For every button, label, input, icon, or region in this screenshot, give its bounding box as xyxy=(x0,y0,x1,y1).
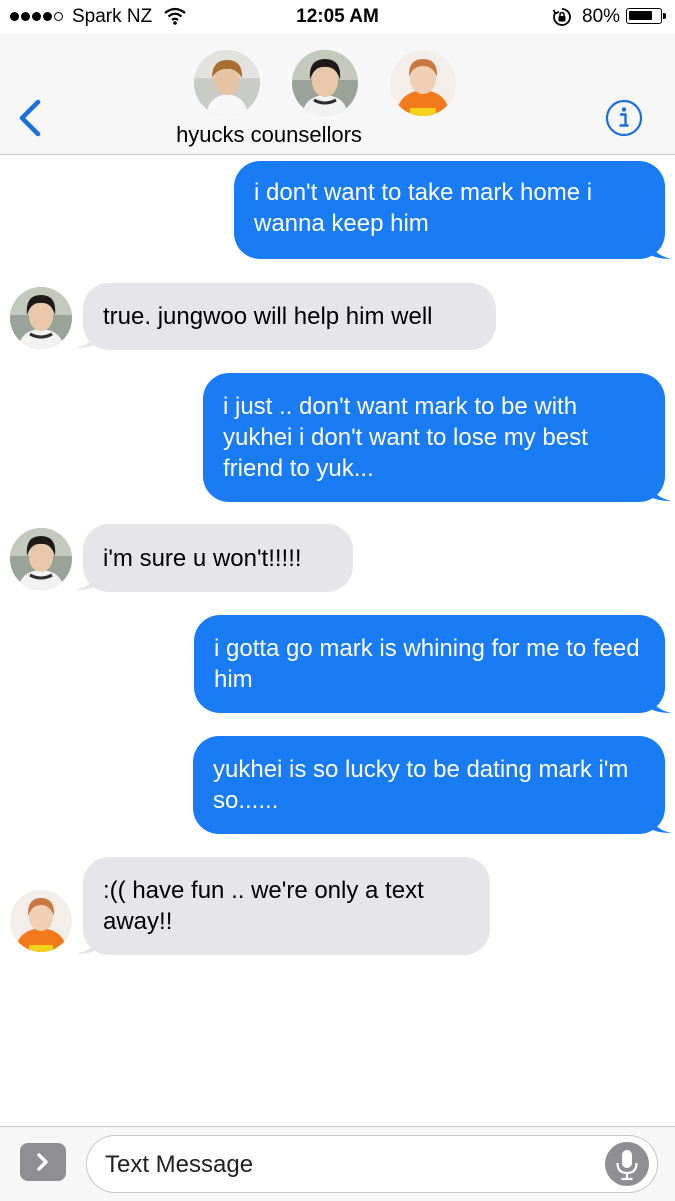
clock: 12:05 AM xyxy=(296,6,379,27)
message-bubble[interactable]: :(( have fun .. we're only a text away!! xyxy=(83,857,490,955)
bubble-tail xyxy=(646,474,672,501)
battery-tip xyxy=(663,13,666,19)
battery-level-fill xyxy=(629,11,652,20)
message-bubble[interactable]: i gotta go mark is whining for me to fee… xyxy=(194,615,665,713)
group-name[interactable]: hyucks counsellors xyxy=(0,122,538,148)
bubble-tail xyxy=(75,927,101,954)
message-bubble[interactable]: i'm sure u won't!!!!! xyxy=(83,524,353,592)
participant-avatar[interactable] xyxy=(292,50,358,116)
group-avatars[interactable] xyxy=(194,50,456,116)
sender-avatar[interactable] xyxy=(10,528,72,590)
message-field[interactable] xyxy=(86,1135,658,1193)
compose-bar xyxy=(0,1126,675,1201)
message-bubble[interactable]: yukhei is so lucky to be dating mark i'm… xyxy=(193,736,665,834)
chevron-right-icon xyxy=(37,1153,48,1171)
info-button[interactable] xyxy=(604,98,644,138)
participant-avatar[interactable] xyxy=(390,50,456,116)
message-input[interactable] xyxy=(103,1149,587,1181)
bubble-tail xyxy=(75,563,101,590)
bubble-tail xyxy=(75,321,101,348)
bubble-tail xyxy=(646,232,672,259)
rotation-lock-icon xyxy=(552,8,571,26)
conversation-header: hyucks counsellors xyxy=(0,34,675,155)
dictation-button[interactable] xyxy=(605,1142,649,1186)
battery-percent: 80% xyxy=(582,6,621,27)
microphone-icon xyxy=(616,1150,638,1181)
message-bubble[interactable]: true. jungwoo will help him well xyxy=(83,283,496,350)
message-bubble[interactable]: i just .. don't want mark to be with yuk… xyxy=(203,373,665,502)
message-bubble[interactable]: i don't want to take mark home i wanna k… xyxy=(234,161,665,259)
bubble-tail xyxy=(646,686,672,713)
app-drawer-button[interactable] xyxy=(20,1143,66,1181)
sender-avatar[interactable] xyxy=(10,890,72,952)
sender-avatar[interactable] xyxy=(10,287,72,349)
participant-avatar[interactable] xyxy=(194,50,260,116)
status-bar: Spark NZ 12:05 AM 80% xyxy=(0,0,675,34)
bubble-tail xyxy=(646,806,672,833)
battery-icon xyxy=(626,8,662,24)
